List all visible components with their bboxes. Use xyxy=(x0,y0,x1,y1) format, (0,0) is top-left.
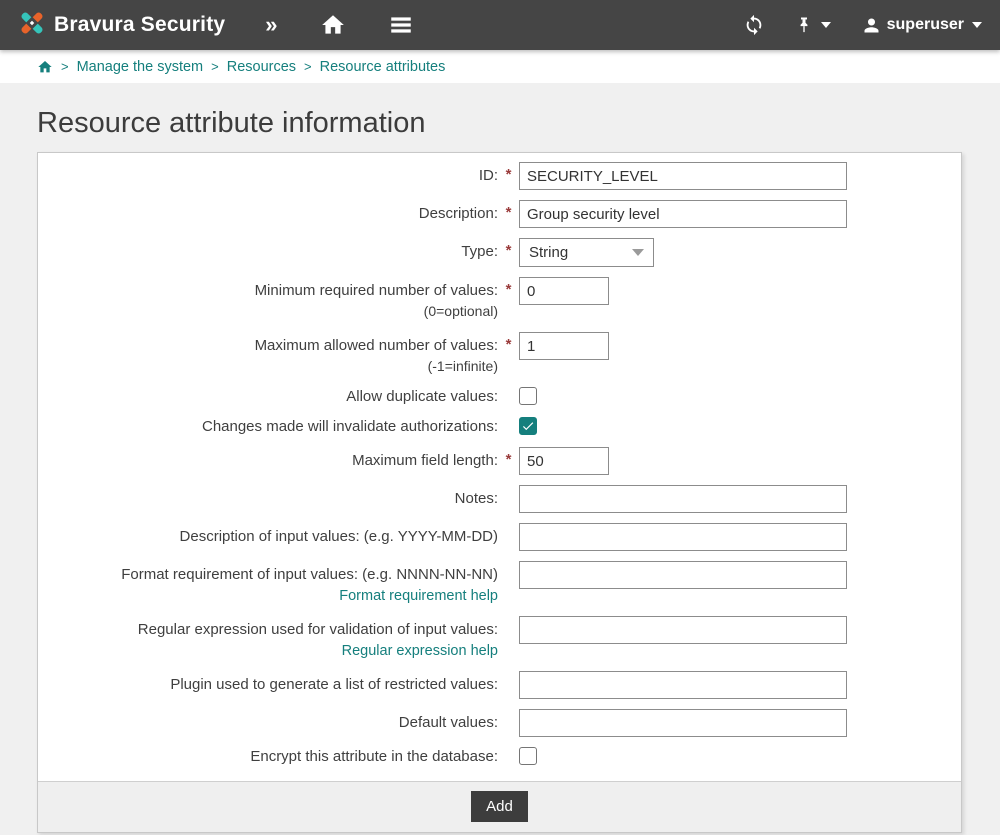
form-row-format-requirement: Format requirement of input values: (e.g… xyxy=(38,561,961,606)
type-select[interactable]: String xyxy=(519,238,654,267)
regular-expression-label: Regular expression used for validation o… xyxy=(138,621,498,638)
resource-attribute-form: ID: * Description: * Type: * String Mini xyxy=(37,152,962,833)
form-row-min-values: Minimum required number of values: (0=op… xyxy=(38,277,961,322)
caret-down-icon xyxy=(972,22,982,28)
format-requirement-label: Format requirement of input values: (e.g… xyxy=(121,566,498,583)
breadcrumb-link-resource-attributes[interactable]: Resource attributes xyxy=(320,59,446,75)
home-button[interactable] xyxy=(320,12,346,38)
allow-duplicates-label: Allow duplicate values: xyxy=(38,387,498,407)
default-values-input[interactable] xyxy=(519,709,847,737)
max-field-length-label: Maximum field length: xyxy=(38,447,498,471)
top-navbar: Bravura Security » superuser xyxy=(0,0,1000,50)
id-label: ID: xyxy=(38,162,498,186)
format-requirement-help-link[interactable]: Format requirement help xyxy=(38,586,498,606)
breadcrumb-link-manage-the-system[interactable]: Manage the system xyxy=(77,59,204,75)
brand-name: Bravura Security xyxy=(54,13,225,37)
chevron-down-icon xyxy=(632,249,644,256)
form-row-max-field-length: Maximum field length: * xyxy=(38,447,961,475)
regular-expression-help-link[interactable]: Regular expression help xyxy=(38,641,498,661)
required-asterisk: * xyxy=(498,447,519,468)
notes-label: Notes: xyxy=(38,485,498,509)
user-menu-button[interactable]: superuser xyxy=(861,15,982,36)
home-icon xyxy=(320,12,346,38)
encrypt-checkbox[interactable] xyxy=(519,747,537,765)
user-name-label: superuser xyxy=(887,16,964,34)
add-button[interactable]: Add xyxy=(471,791,528,822)
required-asterisk: * xyxy=(498,162,519,183)
allow-duplicates-checkbox[interactable] xyxy=(519,387,537,405)
max-values-label: Maximum allowed number of values: xyxy=(255,337,498,354)
breadcrumb-home-link[interactable] xyxy=(37,59,53,75)
breadcrumb: > Manage the system > Resources > Resour… xyxy=(0,50,1000,83)
max-values-input[interactable] xyxy=(519,332,609,360)
form-row-input-values-description: Description of input values: (e.g. YYYY-… xyxy=(38,523,961,551)
required-asterisk: * xyxy=(498,277,519,298)
form-row-max-values: Maximum allowed number of values: (-1=in… xyxy=(38,332,961,377)
expand-menu-button[interactable]: » xyxy=(265,14,277,36)
page-title: Resource attribute information xyxy=(37,107,1000,140)
min-values-input[interactable] xyxy=(519,277,609,305)
form-footer: Add xyxy=(38,781,961,832)
pin-menu-button[interactable] xyxy=(795,15,831,35)
min-values-sublabel: (0=optional) xyxy=(424,303,498,319)
home-icon xyxy=(37,59,53,75)
id-input[interactable] xyxy=(519,162,847,190)
breadcrumb-separator: > xyxy=(304,59,312,74)
input-values-description-input[interactable] xyxy=(519,523,847,551)
breadcrumb-separator: > xyxy=(211,59,219,74)
form-row-invalidate-authorizations: Changes made will invalidate authorizati… xyxy=(38,417,961,437)
form-row-description: Description: * xyxy=(38,200,961,228)
regular-expression-input[interactable] xyxy=(519,616,847,644)
max-field-length-input[interactable] xyxy=(519,447,609,475)
default-values-label: Default values: xyxy=(38,709,498,733)
required-asterisk: * xyxy=(498,238,519,259)
type-label: Type: xyxy=(38,238,498,262)
plugin-input[interactable] xyxy=(519,671,847,699)
pin-icon xyxy=(795,15,813,35)
description-label: Description: xyxy=(38,200,498,224)
refresh-icon xyxy=(743,14,765,36)
max-values-sublabel: (-1=infinite) xyxy=(428,358,498,374)
invalidate-authorizations-checkbox[interactable] xyxy=(519,417,537,435)
form-row-allow-duplicates: Allow duplicate values: xyxy=(38,387,961,407)
form-row-default-values: Default values: xyxy=(38,709,961,737)
user-icon xyxy=(861,15,882,36)
form-row-type: Type: * String xyxy=(38,238,961,267)
breadcrumb-link-resources[interactable]: Resources xyxy=(227,59,296,75)
form-row-plugin: Plugin used to generate a list of restri… xyxy=(38,671,961,699)
description-input[interactable] xyxy=(519,200,847,228)
encrypt-label: Encrypt this attribute in the database: xyxy=(38,747,498,767)
type-select-value: String xyxy=(529,244,568,261)
form-row-regular-expression: Regular expression used for validation o… xyxy=(38,616,961,661)
required-asterisk: * xyxy=(498,200,519,221)
check-icon xyxy=(521,419,535,433)
form-row-encrypt: Encrypt this attribute in the database: xyxy=(38,747,961,767)
refresh-button[interactable] xyxy=(743,14,765,36)
notes-input[interactable] xyxy=(519,485,847,513)
min-values-label: Minimum required number of values: xyxy=(255,282,498,299)
invalidate-authorizations-label: Changes made will invalidate authorizati… xyxy=(38,417,498,437)
breadcrumb-separator: > xyxy=(61,59,69,74)
plugin-label: Plugin used to generate a list of restri… xyxy=(38,671,498,695)
menu-button[interactable] xyxy=(388,12,414,38)
format-requirement-input[interactable] xyxy=(519,561,847,589)
hamburger-menu-icon xyxy=(388,12,414,38)
form-row-notes: Notes: xyxy=(38,485,961,513)
input-values-description-label: Description of input values: (e.g. YYYY-… xyxy=(38,523,498,547)
brand-logo[interactable]: Bravura Security xyxy=(18,9,225,42)
caret-down-icon xyxy=(821,22,831,28)
bravura-logo-icon xyxy=(18,9,46,42)
form-row-id: ID: * xyxy=(38,162,961,190)
required-asterisk: * xyxy=(498,332,519,353)
